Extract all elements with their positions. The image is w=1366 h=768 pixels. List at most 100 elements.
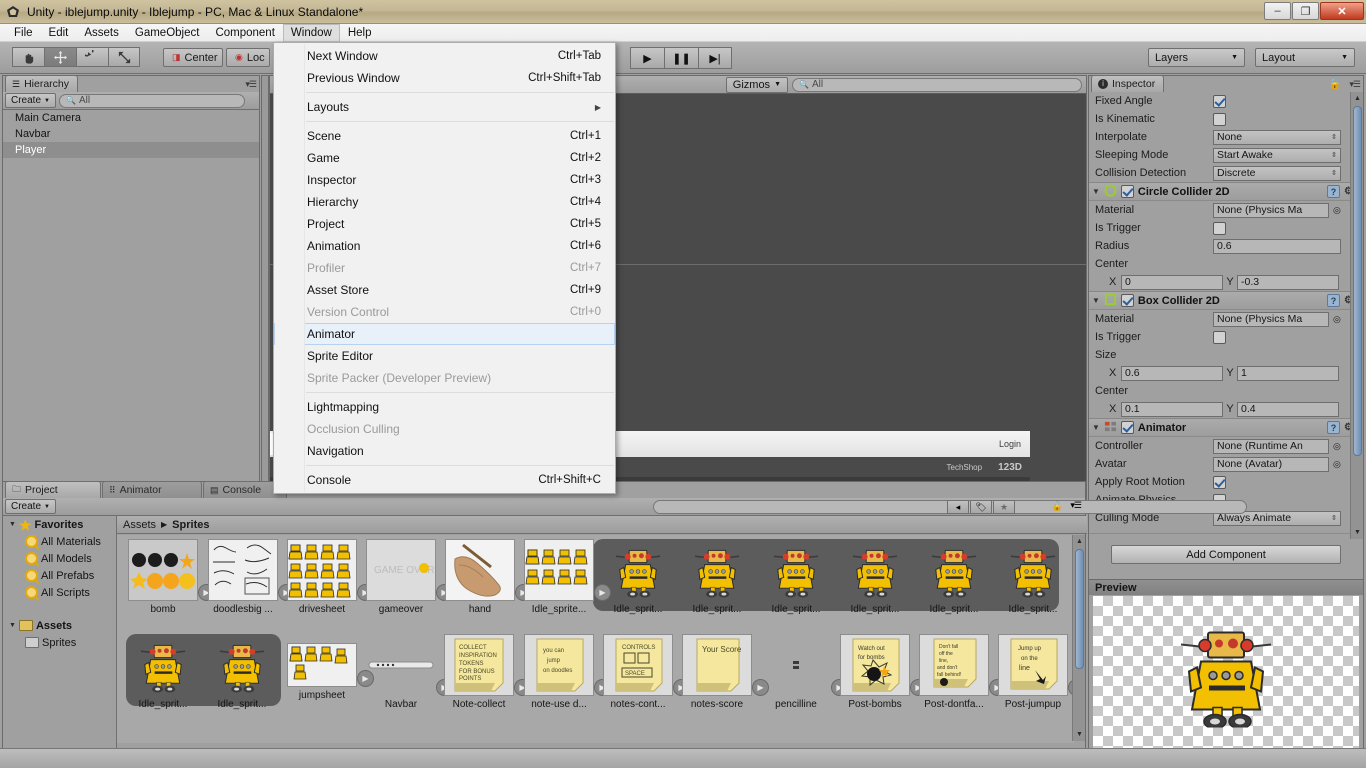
tab-project[interactable]: 🗀 Project bbox=[5, 481, 101, 498]
hierarchy-create-button[interactable]: Create ▼ bbox=[5, 93, 56, 108]
pivot-rotation-button[interactable]: ◉ Loc bbox=[226, 48, 270, 67]
asset-idle-sprite-7[interactable]: Idle_sprit... bbox=[119, 634, 207, 710]
objectfield-animator-avatar[interactable]: None (Avatar) bbox=[1213, 457, 1329, 472]
menu-item-next-window[interactable]: Next Window Ctrl+Tab bbox=[274, 45, 615, 67]
menu-item-game[interactable]: Game Ctrl+2 bbox=[274, 147, 615, 169]
help-icon[interactable]: ? bbox=[1327, 185, 1340, 198]
layers-dropdown[interactable]: Layers ▼ bbox=[1148, 48, 1245, 67]
menu-item-animator[interactable]: Animator bbox=[274, 323, 615, 345]
asset-notes-score[interactable]: Your Score ▶ notes-score bbox=[673, 634, 761, 710]
gizmos-dropdown[interactable]: Gizmos ▼ bbox=[726, 77, 788, 93]
hierarchy-item-main-camera[interactable]: Main Camera bbox=[3, 110, 259, 126]
tab-hierarchy[interactable]: ☰ Hierarchy bbox=[5, 75, 78, 92]
asset-jumpsheet[interactable]: ▶ jumpsheet bbox=[278, 634, 366, 701]
popup-sleeping-mode[interactable]: Start Awake ⇳ bbox=[1213, 148, 1341, 163]
pivot-mode-button[interactable]: ◨ Center bbox=[163, 48, 223, 67]
move-tool-icon[interactable] bbox=[44, 47, 76, 67]
asset-idle-sprite-2[interactable]: Idle_sprit... bbox=[673, 539, 761, 615]
asset-note-use-doodles[interactable]: you can jump on doodles ▶ note-use d... bbox=[515, 634, 603, 710]
hierarchy-item-player[interactable]: Player bbox=[3, 142, 259, 158]
menu-item-layouts[interactable]: Layouts ▶ bbox=[274, 96, 615, 118]
textfield-circle-center-y[interactable]: -0.3 bbox=[1237, 275, 1339, 290]
pause-button[interactable]: ❚❚ bbox=[664, 47, 698, 69]
menu-item-scene[interactable]: Scene Ctrl+1 bbox=[274, 125, 615, 147]
asset-idle-sprite-1[interactable]: Idle_sprit... bbox=[594, 539, 682, 615]
menu-edit[interactable]: Edit bbox=[41, 24, 77, 42]
foldout-triangle-icon[interactable]: ▼ bbox=[9, 521, 16, 528]
checkbox-apply-root-motion[interactable] bbox=[1213, 476, 1226, 489]
asset-post-jumpup[interactable]: Jump up on the line ▶ Post-jumpup bbox=[989, 634, 1074, 710]
menu-component[interactable]: Component bbox=[207, 24, 282, 42]
popup-interpolate[interactable]: None ⇳ bbox=[1213, 130, 1341, 145]
tree-item-all-models[interactable]: All Models bbox=[3, 550, 116, 567]
instructables-techshop-link[interactable]: TechShop bbox=[939, 463, 991, 472]
tab-animator[interactable]: ⠿ Animator bbox=[102, 481, 202, 498]
menu-item-sprite-editor[interactable]: Sprite Editor bbox=[274, 345, 615, 367]
tree-item-sprites[interactable]: Sprites bbox=[3, 634, 116, 651]
breadcrumb-sprites[interactable]: Sprites bbox=[172, 519, 209, 531]
maximize-button[interactable]: ❐ bbox=[1292, 2, 1319, 20]
asset-post-bombs[interactable]: Watch out for bombs ▶ Post-bombs bbox=[831, 634, 919, 710]
foldout-triangle-icon[interactable]: ▼ bbox=[1092, 187, 1100, 196]
close-button[interactable]: ✕ bbox=[1320, 2, 1364, 20]
play-button[interactable]: ▶ bbox=[630, 47, 664, 69]
checkbox-box-collider-enabled[interactable] bbox=[1121, 294, 1134, 307]
menu-window[interactable]: Window bbox=[283, 24, 340, 42]
instructables-login-link[interactable]: Login bbox=[990, 439, 1030, 449]
checkbox-fixed-angle[interactable] bbox=[1213, 95, 1226, 108]
menu-item-previous-window[interactable]: Previous Window Ctrl+Shift+Tab bbox=[274, 67, 615, 89]
checkbox-is-kinematic[interactable] bbox=[1213, 113, 1226, 126]
component-header-animator[interactable]: ▼ Animator ? ⚙▾ bbox=[1089, 418, 1363, 437]
menu-item-navigation[interactable]: Navigation bbox=[274, 440, 615, 462]
asset-idle-sprite-3[interactable]: Idle_sprit... bbox=[752, 539, 840, 615]
project-grid-scrollbar[interactable]: ▲ ▼ bbox=[1072, 535, 1085, 741]
inspector-scrollbar[interactable]: ▲ ▼ bbox=[1350, 92, 1363, 539]
textfield-box-center-y[interactable]: 0.4 bbox=[1237, 402, 1339, 417]
checkbox-circle-is-trigger[interactable] bbox=[1213, 222, 1226, 235]
asset-pencilline[interactable]: ▶ pencilline bbox=[752, 634, 840, 710]
help-icon[interactable]: ? bbox=[1327, 294, 1340, 307]
project-scroll-thumb[interactable] bbox=[1075, 549, 1084, 669]
asset-idle-sprite-sheet[interactable]: ▶ Idle_sprite... bbox=[515, 539, 603, 615]
checkbox-box-is-trigger[interactable] bbox=[1213, 331, 1226, 344]
scroll-up-arrow-icon[interactable]: ▲ bbox=[1352, 93, 1363, 104]
foldout-triangle-icon[interactable]: ▼ bbox=[9, 622, 16, 629]
objectfield-box-material[interactable]: None (Physics Ma bbox=[1213, 312, 1329, 327]
asset-bomb[interactable]: ▶ bomb bbox=[119, 539, 207, 615]
asset-note-collect[interactable]: COLLECT INSPIRATION TOKENS FOR BONUS POI… bbox=[435, 634, 523, 710]
tree-item-all-scripts[interactable]: All Scripts bbox=[3, 584, 116, 601]
hierarchy-panel-menu[interactable]: ▾☰ bbox=[245, 79, 256, 90]
project-panel-menu[interactable]: ▾☰ bbox=[1070, 500, 1081, 511]
project-create-button[interactable]: Create ▼ bbox=[5, 499, 56, 514]
asset-idle-sprite-8[interactable]: Idle_sprit... bbox=[198, 634, 286, 710]
object-picker-icon[interactable]: ◎ bbox=[1333, 314, 1341, 325]
scale-tool-icon[interactable] bbox=[108, 47, 140, 67]
scroll-up-arrow-icon[interactable]: ▲ bbox=[1074, 536, 1085, 547]
tab-inspector[interactable]: i Inspector bbox=[1091, 75, 1164, 92]
favorite-star-icon[interactable]: ★ bbox=[993, 500, 1015, 514]
filter-by-label-icon[interactable]: 🏷 bbox=[970, 500, 992, 514]
asset-gameover[interactable]: GAME OVER ▶ gameover bbox=[357, 539, 445, 615]
breadcrumb-assets[interactable]: Assets bbox=[123, 519, 156, 531]
preview-viewport[interactable] bbox=[1093, 596, 1359, 751]
menu-assets[interactable]: Assets bbox=[76, 24, 127, 42]
asset-post-dontfall[interactable]: Don't fall off the line, and don't fall … bbox=[910, 634, 998, 710]
minimize-button[interactable]: – bbox=[1264, 2, 1291, 20]
asset-idle-sprite-6[interactable]: Idle_sprit... bbox=[989, 539, 1074, 615]
window-menu-dropdown[interactable]: Next Window Ctrl+Tab Previous Window Ctr… bbox=[273, 42, 616, 494]
menu-item-console[interactable]: Console Ctrl+Shift+C bbox=[274, 469, 615, 491]
textfield-box-size-x[interactable]: 0.6 bbox=[1121, 366, 1223, 381]
object-picker-icon[interactable]: ◎ bbox=[1333, 441, 1341, 452]
project-asset-grid[interactable]: ▶ bomb bbox=[117, 535, 1074, 743]
layout-dropdown[interactable]: Layout ▼ bbox=[1255, 48, 1355, 67]
help-icon[interactable]: ? bbox=[1327, 421, 1340, 434]
menu-item-lightmapping[interactable]: Lightmapping bbox=[274, 396, 615, 418]
foldout-triangle-icon[interactable]: ▼ bbox=[1092, 296, 1100, 305]
scroll-down-arrow-icon[interactable]: ▼ bbox=[1074, 729, 1085, 740]
add-component-button[interactable]: Add Component bbox=[1111, 545, 1341, 564]
asset-doodlesbig[interactable]: ▶ doodlesbig ... bbox=[199, 539, 287, 615]
menu-help[interactable]: Help bbox=[340, 24, 380, 42]
menu-item-animation[interactable]: Animation Ctrl+6 bbox=[274, 235, 615, 257]
hand-tool-icon[interactable] bbox=[12, 47, 44, 67]
menu-gameobject[interactable]: GameObject bbox=[127, 24, 208, 42]
